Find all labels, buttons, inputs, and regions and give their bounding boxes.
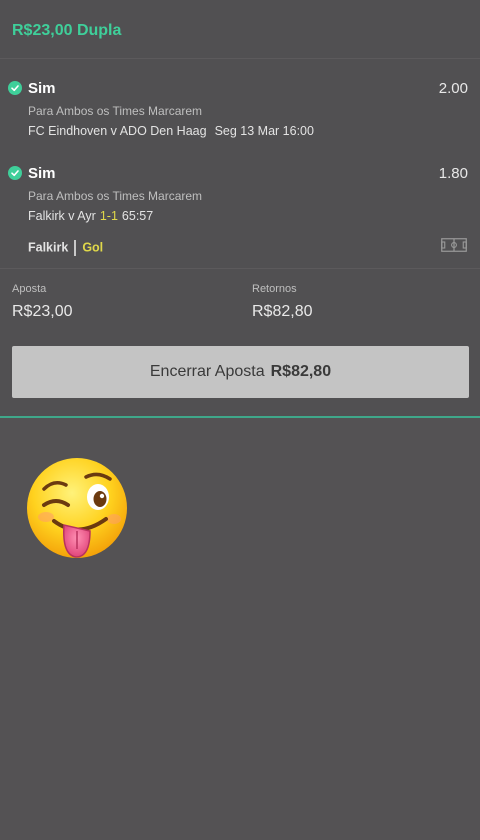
live-team: Falkirk — [28, 240, 69, 255]
event-name: Falkirk v Ayr — [28, 209, 96, 223]
event-name: FC Eindhoven v ADO Den Haag — [28, 124, 207, 138]
football-pitch-icon[interactable] — [441, 238, 467, 252]
check-circle-icon — [8, 81, 22, 95]
check-circle-icon — [8, 166, 22, 180]
bet-title: R$23,00 Dupla — [12, 22, 122, 39]
stake-value: R$23,00 — [12, 303, 73, 320]
live-score: 1-1 — [99, 209, 118, 223]
selection-name: Sim — [28, 80, 56, 97]
live-event-label: Gol — [82, 240, 104, 255]
divider — [0, 268, 480, 269]
event-date: Seg 13 Mar 16:00 — [214, 124, 314, 138]
live-event-row: Falkirk Gol — [28, 240, 103, 256]
selection-name: Sim — [28, 165, 56, 182]
cash-out-amount: R$82,80 — [270, 363, 332, 380]
selection-odds: 1.80 — [438, 165, 468, 182]
bet-card: R$23,00 Dupla Sim 2.00 Para Ambos os Tim… — [0, 0, 480, 416]
returns-label: Retornos — [252, 283, 297, 295]
separator — [74, 240, 77, 256]
selection-market: Para Ambos os Times Marcarem — [28, 189, 203, 203]
returns-value: R$82,80 — [252, 303, 313, 320]
selection-event: FC Eindhoven v ADO Den Haag Seg 13 Mar 16… — [28, 124, 314, 138]
divider — [0, 58, 480, 59]
selection-market: Para Ambos os Times Marcarem — [28, 104, 203, 118]
card-bottom-border — [0, 416, 480, 418]
selection-event: Falkirk v Ayr 1-1 65:57 — [28, 209, 153, 223]
stake-label: Aposta — [12, 283, 47, 295]
cash-out-button[interactable]: Encerrar Aposta R$82,80 — [12, 346, 469, 398]
cash-out-label: Encerrar Aposta — [149, 363, 265, 380]
match-clock: 65:57 — [121, 209, 154, 223]
winking-tongue-emoji — [27, 458, 127, 558]
selection-odds: 2.00 — [438, 80, 468, 97]
